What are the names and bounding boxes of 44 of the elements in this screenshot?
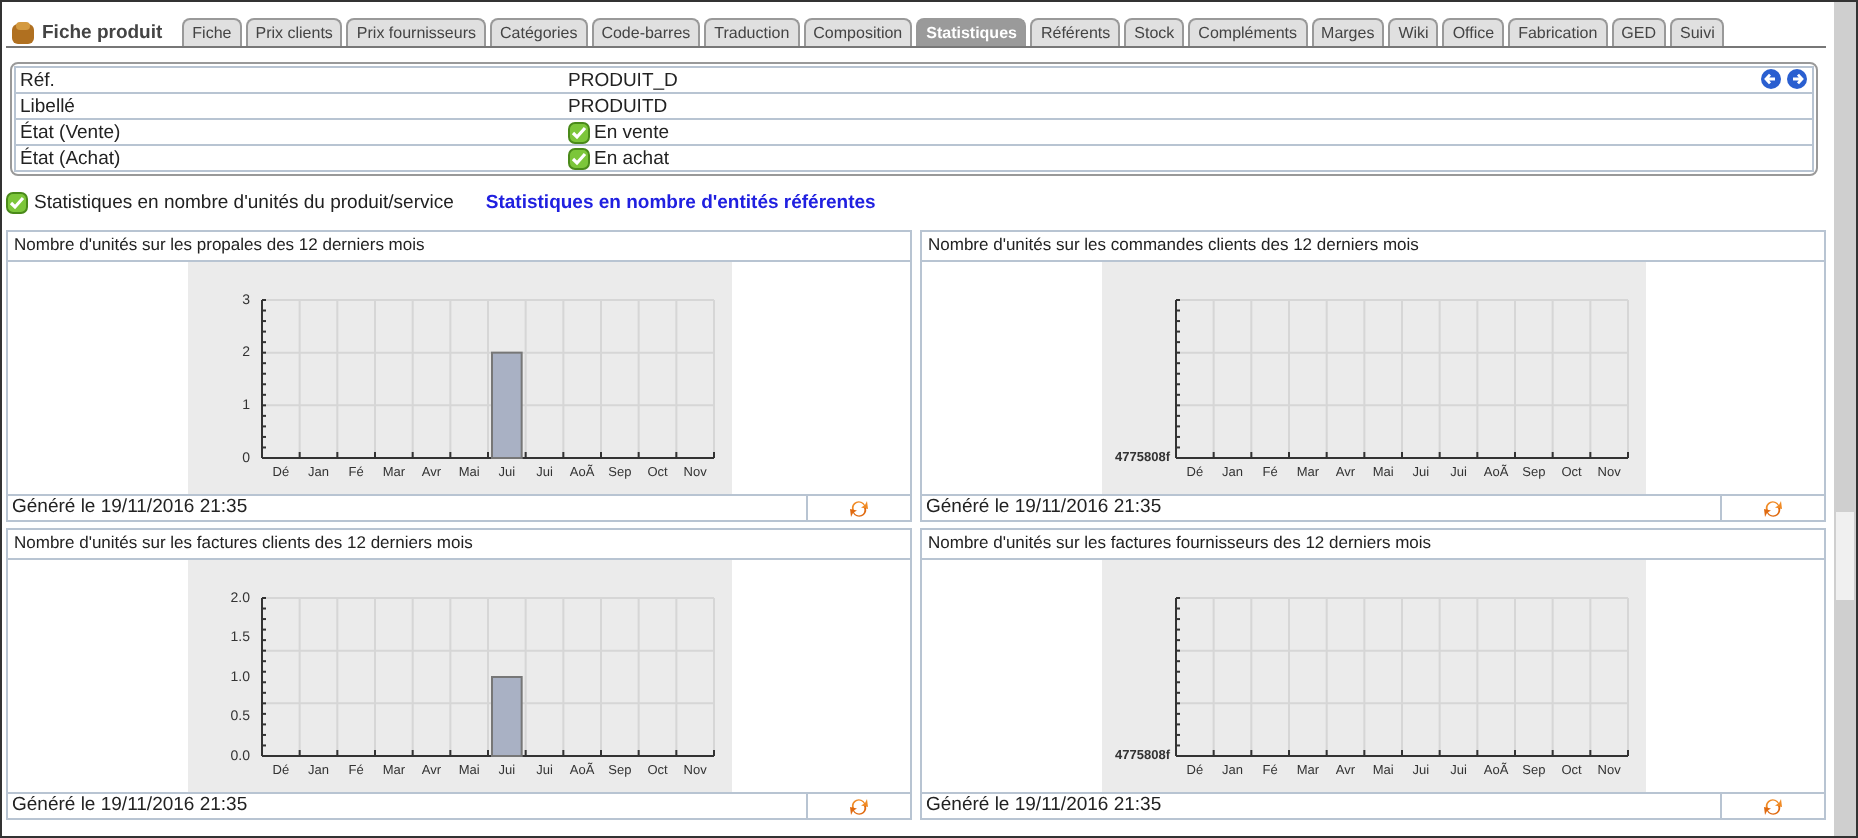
status-value: En vente xyxy=(564,121,669,143)
bar xyxy=(490,351,522,459)
tab[interactable]: Composition xyxy=(803,18,913,46)
refresh-icon[interactable] xyxy=(1762,795,1784,817)
tab[interactable]: Marges xyxy=(1311,18,1385,46)
tab[interactable]: Office xyxy=(1442,18,1505,46)
tab[interactable]: Référents xyxy=(1030,18,1121,46)
field-label: État (Achat) xyxy=(18,147,121,169)
tab[interactable]: Stock xyxy=(1124,18,1185,46)
page-title: Fiche produit xyxy=(42,22,163,44)
refresh-icon[interactable] xyxy=(848,795,870,817)
field-label: État (Vente) xyxy=(18,121,121,143)
scrollbar[interactable] xyxy=(1834,2,1856,836)
field-label: Réf. xyxy=(18,69,55,91)
refresh-icon[interactable] xyxy=(1762,497,1784,519)
field-value: PRODUIT_D xyxy=(566,69,678,91)
tab[interactable]: Catégories xyxy=(490,18,588,46)
tab[interactable]: Code-barres xyxy=(591,18,701,46)
tab[interactable]: Prix clients xyxy=(245,18,343,46)
stats-mode-link[interactable]: Statistiques en nombre d'entités référentes xyxy=(485,192,876,214)
generated-date: Généré le 19/11/2016 21:35 xyxy=(10,496,250,520)
tab[interactable]: Traduction xyxy=(704,18,800,46)
generated-date: Généré le 19/11/2016 21:35 xyxy=(10,794,250,818)
stats-mode-link[interactable]: Statistiques en nombre d'unités du produit/service xyxy=(6,192,454,214)
tab[interactable]: Compléments xyxy=(1188,18,1308,46)
previous-icon[interactable] xyxy=(1760,68,1782,90)
check-icon xyxy=(568,147,590,169)
tab[interactable]: Suivi xyxy=(1670,18,1725,46)
field-label: Libellé xyxy=(18,95,75,117)
generated-date: Généré le 19/11/2016 21:35 xyxy=(924,794,1164,818)
tab[interactable]: GED xyxy=(1611,18,1666,46)
generated-date: Généré le 19/11/2016 21:35 xyxy=(924,496,1164,520)
bar xyxy=(490,676,522,757)
tab[interactable]: Wiki xyxy=(1388,18,1439,46)
refresh-icon[interactable] xyxy=(848,497,870,519)
box-icon xyxy=(10,20,36,46)
check-icon xyxy=(6,192,28,214)
tab[interactable]: Prix fournisseurs xyxy=(346,18,486,46)
check-icon xyxy=(568,121,590,143)
tab[interactable]: Fabrication xyxy=(1508,18,1608,46)
tab[interactable]: Fiche xyxy=(182,18,242,46)
field-value: PRODUITD xyxy=(566,95,668,117)
next-icon[interactable] xyxy=(1786,68,1808,90)
status-value: En achat xyxy=(564,147,669,169)
